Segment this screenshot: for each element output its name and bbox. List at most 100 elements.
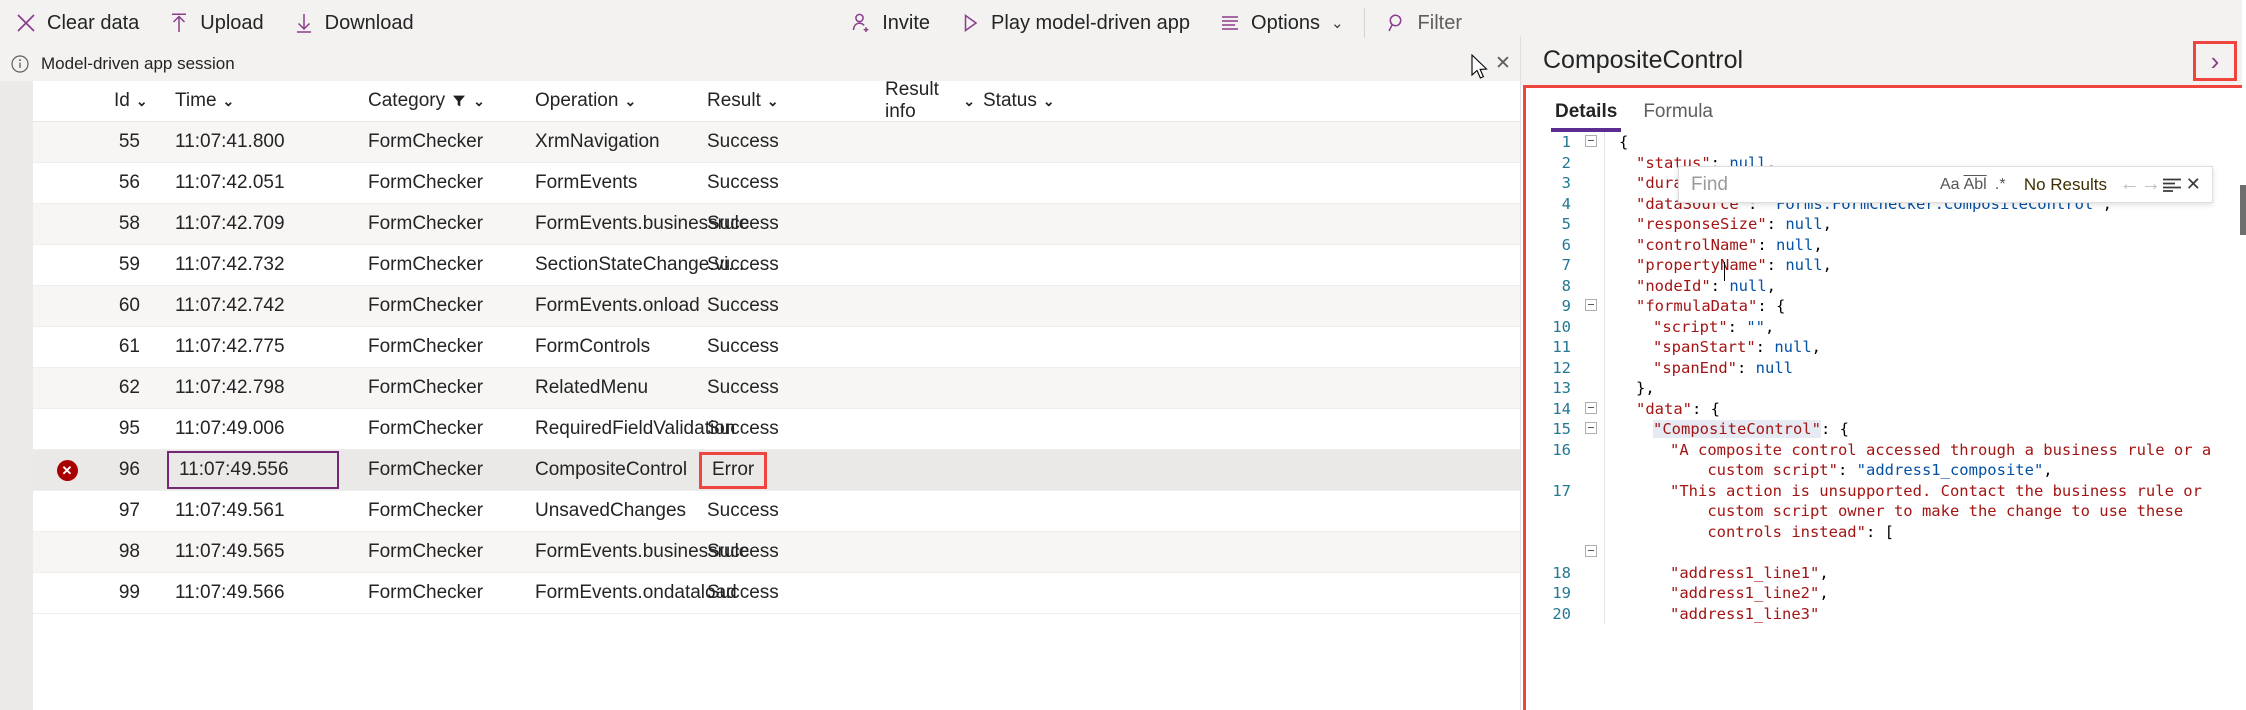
filter-funnel-icon[interactable]: [451, 93, 467, 109]
indent-guide: [1604, 480, 1605, 542]
table-row[interactable]: 60 11:07:42.742 FormChecker FormEvents.onlo…: [33, 286, 1520, 327]
clear-data-button[interactable]: Clear data: [0, 0, 153, 46]
table-header-operation[interactable]: Operation ⌄: [527, 90, 699, 112]
page-scrollbar-thumb[interactable]: [2240, 185, 2246, 235]
cell-time: 11:07:49.561: [175, 500, 285, 521]
cell-id: 98: [118, 541, 140, 562]
line-number: 14: [1552, 399, 1571, 418]
tab-formula-label: Formula: [1643, 101, 1713, 122]
code-token: "data": [1636, 399, 1692, 418]
indent-guide: [1604, 337, 1605, 358]
cell-result: Success: [707, 336, 779, 357]
table-header-category[interactable]: Category ⌄: [360, 90, 527, 112]
line-number: 12: [1552, 358, 1571, 377]
code-line: 7 "propertyName": null,: [1526, 255, 2244, 276]
code-text: "spanEnd": null: [1619, 358, 1793, 379]
table-header-time[interactable]: Time ⌄: [167, 90, 360, 112]
find-next-icon[interactable]: →: [2140, 170, 2161, 200]
table-row[interactable]: 62 11:07:42.798 FormChecker RelatedMenu Succ…: [33, 368, 1520, 409]
details-panel-header: CompositeControl: [1521, 36, 2246, 85]
cell-time: 11:07:41.800: [175, 131, 285, 152]
cell-category: FormChecker: [368, 213, 484, 234]
find-input[interactable]: [1679, 167, 1938, 202]
indent-guide: [1604, 296, 1605, 317]
code-text: },: [1619, 378, 1655, 399]
operations-table: Id ⌄ Time ⌄ Category ⌄ Operation ⌄ Resul…: [33, 81, 1520, 710]
code-token: "formulaData": [1636, 297, 1758, 315]
table-header-result[interactable]: Result ⌄: [699, 90, 877, 112]
code-line: 19 "address1_line2",: [1526, 583, 2244, 604]
header-label-result-info: Result info: [885, 81, 939, 122]
table-row[interactable]: 98 11:07:49.565 FormChecker FormEvents.busi…: [33, 532, 1520, 573]
code-token: ,: [1819, 563, 1829, 582]
table-body: 55 11:07:41.800 FormChecker XrmNavigation Su…: [33, 122, 1520, 614]
code-token: "responseSize": [1636, 215, 1767, 233]
code-token: null: [1785, 215, 1823, 233]
json-code-viewer[interactable]: 1{2"status": null,3"duration": null,4"da…: [1526, 132, 2244, 710]
table-row[interactable]: 95 11:07:49.006 FormChecker RequiredFieldVa…: [33, 409, 1520, 450]
cell-result: Success: [707, 582, 779, 603]
person-add-icon: [849, 11, 873, 35]
error-cell-highlight: Error: [699, 451, 768, 489]
fold-toggle-icon[interactable]: [1578, 132, 1604, 147]
info-circle-icon: [10, 54, 30, 74]
table-row[interactable]: 59 11:07:42.732 FormChecker SectionStateCha…: [33, 245, 1520, 286]
fold-toggle-icon[interactable]: [1578, 542, 1604, 557]
fold-toggle-icon[interactable]: [1578, 419, 1604, 434]
cell-result: Success: [707, 254, 779, 275]
table-header-id[interactable]: Id ⌄: [101, 90, 167, 112]
table-row[interactable]: 58 11:07:42.709 FormChecker FormEvents.busi…: [33, 204, 1520, 245]
play-model-driven-app-button[interactable]: Play model-driven app: [944, 0, 1204, 46]
table-header-result-info[interactable]: Result info ⌄: [877, 81, 975, 123]
download-button[interactable]: Download: [278, 0, 428, 46]
use-regex-icon[interactable]: .*: [1991, 171, 2010, 198]
code-text: "address1_line1",: [1619, 563, 1829, 584]
table-row[interactable]: 61 11:07:42.775 FormChecker FormControls Suc…: [33, 327, 1520, 368]
header-label-id: Id: [114, 90, 130, 111]
code-text: "CompositeControl": {: [1619, 419, 1849, 440]
fold-toggle-icon[interactable]: [1578, 399, 1604, 414]
code-token: :: [1766, 256, 1786, 274]
fold-toggle-icon[interactable]: [1578, 296, 1604, 311]
match-whole-word-icon[interactable]: Abl: [1964, 171, 1987, 198]
expand-panel-button[interactable]: ›: [2193, 41, 2237, 81]
code-token: "CompositeControl": [1653, 420, 1821, 438]
invite-button[interactable]: Invite: [835, 0, 944, 46]
table-row[interactable]: 99 11:07:49.566 FormChecker FormEvents.onda…: [33, 573, 1520, 614]
indent-guide: [1604, 255, 1605, 276]
code-token: ,: [1766, 276, 1776, 295]
cell-id: 60: [118, 295, 140, 316]
match-case-icon[interactable]: Aa: [1940, 171, 1960, 198]
table-row[interactable]: 56 11:07:42.051 FormChecker FormEvents Succe…: [33, 163, 1520, 204]
cell-operation: FormEvents.ondataload: [535, 582, 737, 603]
options-button[interactable]: Options ⌄: [1204, 0, 1358, 46]
find-in-selection-icon[interactable]: [2161, 170, 2182, 200]
cell-id: 97: [118, 500, 140, 521]
table-header-status[interactable]: Status ⌄: [975, 90, 1095, 112]
find-previous-icon[interactable]: ←: [2119, 170, 2140, 200]
cell-id: 61: [118, 336, 140, 357]
table-row[interactable]: 55 11:07:41.800 FormChecker XrmNavigation Su…: [33, 122, 1520, 163]
tab-formula[interactable]: Formula: [1630, 101, 1726, 132]
code-line: 11 "spanStart": null,: [1526, 337, 2244, 358]
find-close-icon[interactable]: ✕: [2183, 170, 2204, 200]
code-token: "This action is unsupported. Contact the…: [1670, 481, 2202, 541]
search-magnifier-icon: [1385, 11, 1409, 35]
indent-guide: [1604, 378, 1605, 399]
header-label-status: Status: [983, 90, 1037, 111]
session-close-button[interactable]: ✕: [1488, 48, 1518, 78]
line-number: 20: [1552, 604, 1571, 623]
line-number: 1: [1561, 133, 1571, 151]
tab-details[interactable]: Details: [1542, 101, 1630, 132]
cell-result: Success: [707, 377, 779, 398]
table-row[interactable]: 97 11:07:49.561 FormChecker UnsavedChanges S…: [33, 491, 1520, 532]
upload-button[interactable]: Upload: [153, 0, 277, 46]
filter-button[interactable]: Filter: [1371, 0, 1476, 46]
table-row[interactable]: ✕ 96 11:07:49.556 FormChecker CompositeContr…: [33, 450, 1520, 491]
indent-guide: [1604, 234, 1605, 255]
session-label: Model-driven app session: [41, 53, 235, 73]
indent-guide: [1604, 439, 1605, 481]
